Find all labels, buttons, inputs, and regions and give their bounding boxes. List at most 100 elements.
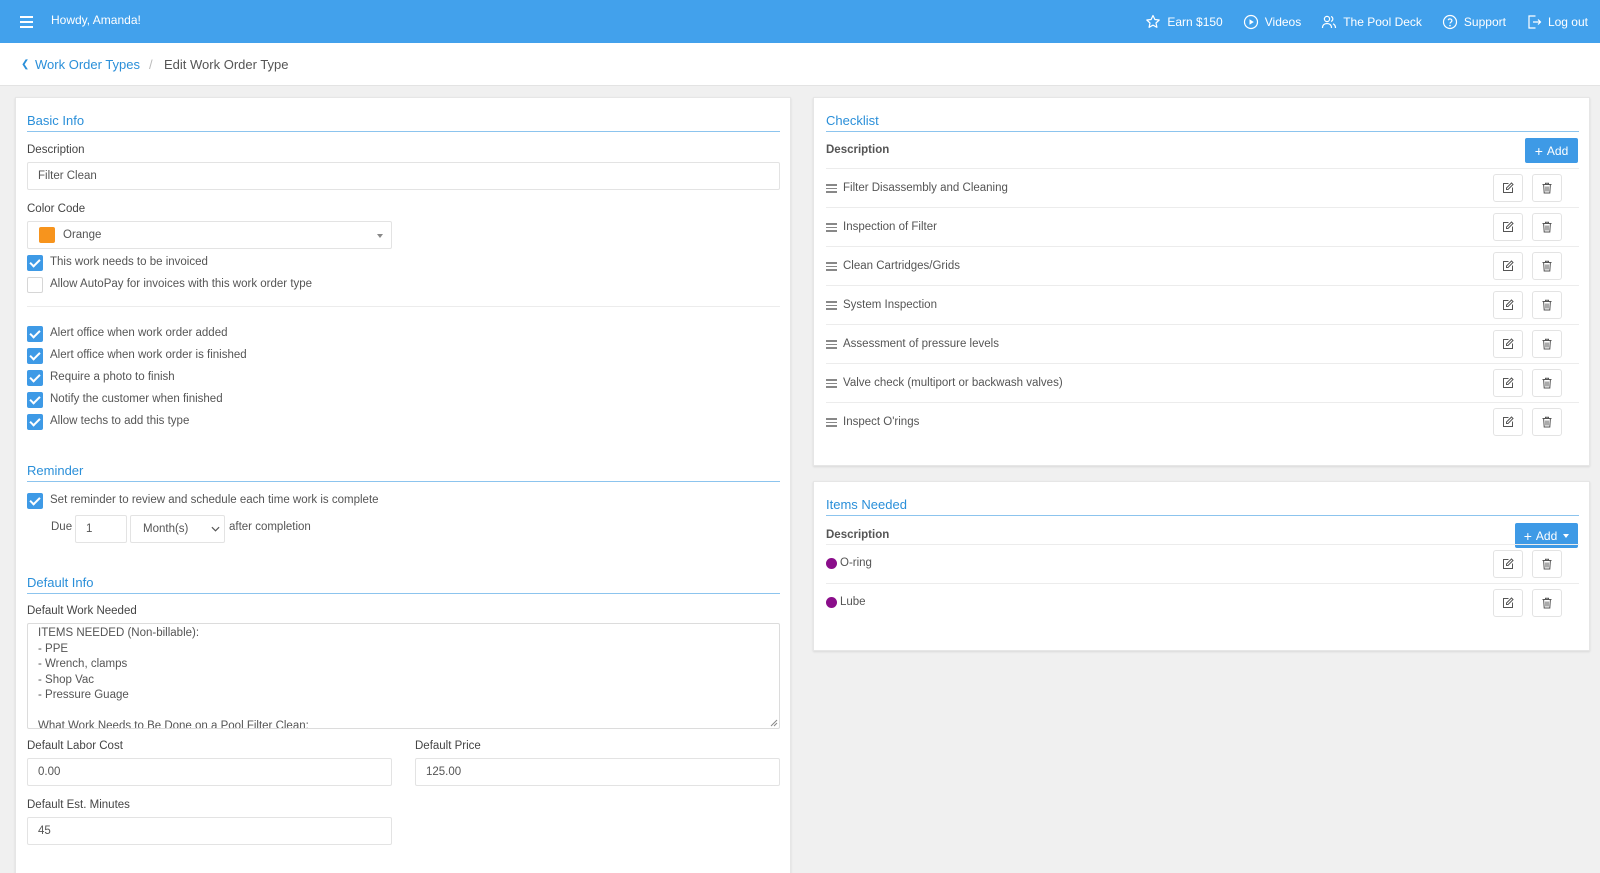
checklist-row: System Inspection [826,285,1579,324]
question-circle-icon [1442,14,1458,29]
edit-button[interactable] [1493,330,1523,358]
edit-icon [1503,558,1514,569]
alert-added-checkbox[interactable] [27,326,43,342]
menu-icon[interactable] [20,13,33,29]
drag-handle-icon[interactable] [826,223,837,232]
item-color-dot [826,558,837,569]
basic-info-divider [27,131,780,132]
top-nav-links: Earn $150 Videos The Pool Deck Support L… [1145,0,1588,43]
reminder-title: Reminder [27,463,84,478]
drag-handle-icon[interactable] [826,301,837,310]
after-completion-label: after completion [229,521,311,533]
checklist-row: Inspection of Filter [826,207,1579,246]
checklist-item-label: Inspection of Filter [843,221,937,233]
color-code-select[interactable]: Orange [27,221,392,249]
delete-button[interactable] [1532,408,1562,436]
chevron-left-icon[interactable]: ❮ [21,59,29,70]
notify-customer-label: Notify the customer when finished [50,393,223,405]
drag-handle-icon[interactable] [826,184,837,193]
drag-handle-icon[interactable] [826,418,837,427]
description-input[interactable]: Filter Clean [27,162,780,190]
logout-link[interactable]: Log out [1526,14,1588,30]
require-photo-checkbox[interactable] [27,370,43,386]
support-link[interactable]: Support [1442,14,1506,30]
play-circle-icon [1243,14,1258,29]
checklist-divider [826,131,1579,132]
drag-handle-icon[interactable] [826,262,837,271]
checklist-item-label: Valve check (multiport or backwash valve… [843,377,1063,389]
edit-icon [1503,260,1514,271]
edit-button[interactable] [1493,252,1523,280]
price-input[interactable]: 125.00 [415,758,780,786]
delete-button[interactable] [1532,589,1562,617]
allow-techs-checkbox[interactable] [27,414,43,430]
delete-button[interactable] [1532,330,1562,358]
trash-icon [1542,597,1552,609]
pool-deck-link[interactable]: The Pool Deck [1321,14,1422,30]
due-input[interactable]: 1 [75,515,127,543]
color-code-label: Color Code [27,203,86,215]
trash-icon [1542,338,1552,350]
breadcrumb-parent-link[interactable]: Work Order Types [35,57,140,72]
videos-link[interactable]: Videos [1243,14,1301,30]
autopay-checkbox-label: Allow AutoPay for invoices with this wor… [50,278,313,290]
default-info-title: Default Info [27,575,94,590]
labor-cost-input[interactable]: 0.00 [27,758,392,786]
invoice-checkbox[interactable] [27,255,43,271]
default-work-textarea[interactable]: ITEMS NEEDED (Non-billable): - PPE - Wre… [27,623,780,729]
reminder-checkbox[interactable] [27,493,43,509]
greeting-text: Howdy, Amanda! [51,13,141,27]
delete-button[interactable] [1532,252,1562,280]
divider [27,306,780,307]
top-navbar: Howdy, Amanda! Earn $150 Videos The Pool… [0,0,1600,43]
delete-button[interactable] [1532,291,1562,319]
checklist-row: Valve check (multiport or backwash valve… [826,363,1579,402]
checklist-title: Checklist [826,113,879,128]
edit-icon [1503,597,1514,608]
earn-link[interactable]: Earn $150 [1145,14,1223,30]
edit-button[interactable] [1493,213,1523,241]
edit-icon [1503,221,1514,232]
trash-icon [1542,416,1552,428]
edit-button[interactable] [1493,408,1523,436]
trash-icon [1542,260,1552,272]
est-minutes-input[interactable]: 45 [27,817,392,845]
reminder-divider [27,481,780,482]
allow-techs-label: Allow techs to add this type [50,415,190,427]
checklist-add-button[interactable]: + Add [1525,138,1578,163]
edit-button[interactable] [1493,174,1523,202]
delete-button[interactable] [1532,213,1562,241]
items-needed-column-header: Description [826,529,890,541]
autopay-checkbox[interactable] [27,277,43,293]
delete-button[interactable] [1532,550,1562,578]
notify-customer-checkbox[interactable] [27,392,43,408]
items-needed-row: Lube [826,583,1579,622]
checklist-add-label: Add [1546,143,1569,158]
checklist-item-label: System Inspection [843,299,937,311]
edit-icon [1503,377,1514,388]
drag-handle-icon[interactable] [826,379,837,388]
basic-info-title: Basic Info [27,113,85,128]
edit-button[interactable] [1493,589,1523,617]
checklist-row: Inspect O'rings [826,402,1579,441]
drag-handle-icon[interactable] [826,340,837,349]
checklist-panel: Checklist Description + Add Filter Disas… [813,97,1590,466]
checklist-column-header: Description [826,144,890,156]
edit-button[interactable] [1493,550,1523,578]
delete-button[interactable] [1532,369,1562,397]
edit-button[interactable] [1493,291,1523,319]
alert-finished-label: Alert office when work order is finished [50,349,247,361]
checklist-item-label: Inspect O'rings [843,416,920,428]
checklist-row: Filter Disassembly and Cleaning [826,168,1579,207]
edit-button[interactable] [1493,369,1523,397]
description-label: Description [27,144,85,156]
delete-button[interactable] [1532,174,1562,202]
users-icon [1322,15,1337,28]
breadcrumb-separator: / [149,57,153,72]
breadcrumb-current: Edit Work Order Type [164,57,289,72]
labor-cost-label: Default Labor Cost [27,740,123,752]
default-work-label: Default Work Needed [27,605,137,617]
due-unit-select[interactable]: Month(s) [130,515,225,543]
resize-handle-icon[interactable] [770,719,778,727]
alert-finished-checkbox[interactable] [27,348,43,364]
